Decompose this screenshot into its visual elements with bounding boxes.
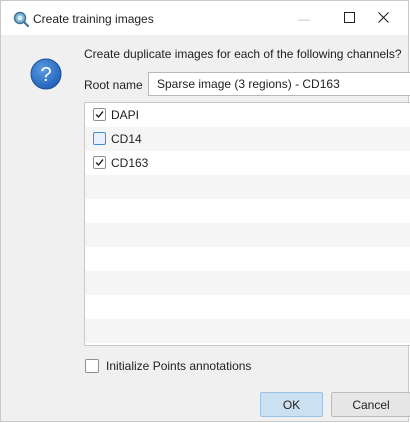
question-icon: ? bbox=[30, 58, 62, 90]
list-empty-row bbox=[85, 319, 410, 343]
minimize-button[interactable]: — bbox=[284, 5, 324, 33]
channel-checkbox-cd163[interactable] bbox=[93, 156, 106, 169]
channel-label: CD14 bbox=[111, 132, 142, 146]
maximize-icon bbox=[343, 12, 355, 26]
init-points-label: Initialize Points annotations bbox=[106, 359, 252, 373]
root-name-label: Root name bbox=[84, 78, 143, 92]
list-empty-row bbox=[85, 247, 410, 271]
checkmark-icon bbox=[95, 159, 104, 167]
list-empty-row bbox=[85, 199, 410, 223]
channel-row-dapi[interactable]: DAPI bbox=[85, 103, 410, 127]
list-empty-row bbox=[85, 295, 410, 319]
channel-label: DAPI bbox=[111, 108, 140, 122]
close-icon bbox=[377, 12, 389, 26]
svg-text:?: ? bbox=[40, 64, 51, 86]
dialog-prompt: Create duplicate images for each of the … bbox=[84, 47, 402, 61]
init-points-checkbox[interactable] bbox=[85, 359, 99, 373]
title-bar: Create training images — bbox=[1, 1, 408, 35]
cancel-button[interactable]: Cancel bbox=[331, 392, 410, 417]
list-empty-row bbox=[85, 271, 410, 295]
channel-list[interactable]: DAPI CD14 CD163 bbox=[84, 102, 410, 346]
channel-row-cd14[interactable]: CD14 bbox=[85, 127, 410, 151]
channel-checkbox-dapi[interactable] bbox=[93, 108, 106, 121]
channel-checkbox-cd14[interactable] bbox=[93, 132, 106, 145]
list-empty-row bbox=[85, 223, 410, 247]
magnifier-icon bbox=[13, 11, 30, 28]
channel-label: CD163 bbox=[111, 156, 149, 170]
window-title: Create training images bbox=[33, 12, 154, 26]
ok-button[interactable]: OK bbox=[260, 392, 323, 417]
dialog-window: Create training images — ? Create duplic… bbox=[0, 0, 410, 422]
channel-row-cd163[interactable]: CD163 bbox=[85, 151, 410, 175]
close-button[interactable] bbox=[363, 5, 403, 33]
list-empty-row bbox=[85, 175, 410, 199]
minimize-icon: — bbox=[298, 12, 310, 26]
checkmark-icon bbox=[95, 111, 104, 119]
root-name-input[interactable] bbox=[148, 72, 410, 96]
